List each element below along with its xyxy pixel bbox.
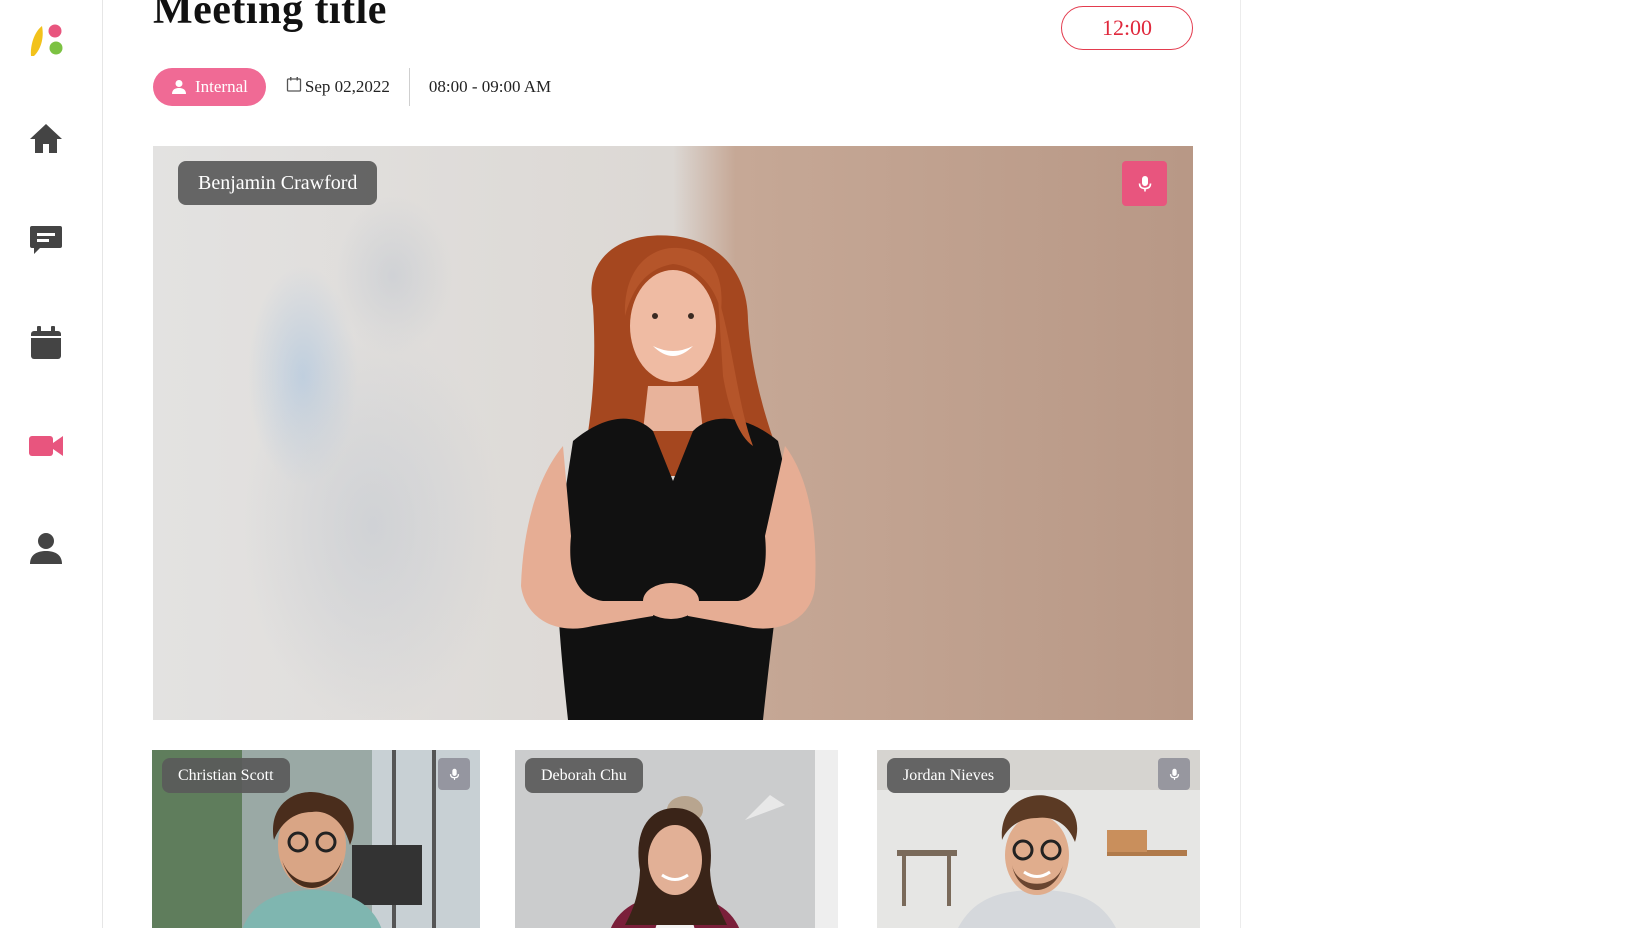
meeting-type-badge[interactable]: Internal	[153, 68, 266, 106]
nav-video[interactable]	[28, 428, 64, 464]
nav-chat[interactable]	[28, 222, 64, 258]
main-video-tile[interactable]: Benjamin Crawford	[153, 146, 1193, 720]
chat-icon	[30, 226, 62, 254]
participant-tile[interactable]: Christian Scott	[152, 750, 480, 928]
participant-name-tag: Christian Scott	[162, 758, 290, 793]
participant-name-tag: Jordan Nieves	[887, 758, 1011, 793]
meeting-timer: 12:00	[1061, 6, 1193, 50]
mic-icon	[1138, 175, 1151, 191]
participant-tile[interactable]: Jordan Nieves	[877, 750, 1200, 928]
calendar-icon	[286, 77, 302, 92]
participant-tile[interactable]: Deborah Chu	[515, 750, 838, 928]
participant-mic-button[interactable]	[438, 758, 470, 790]
app-logo[interactable]	[28, 22, 66, 58]
home-icon	[30, 124, 62, 153]
participant-mic-button[interactable]	[1158, 758, 1190, 790]
nav-home[interactable]	[28, 120, 64, 156]
speaker-video-frame	[153, 146, 1193, 720]
mute-toggle-button[interactable]	[1122, 161, 1167, 206]
calendar-icon	[31, 326, 61, 359]
meta-divider	[408, 68, 410, 106]
page-title: Meeting title	[153, 0, 387, 33]
person-icon	[30, 533, 62, 564]
video-camera-icon	[29, 436, 63, 456]
date-text: Sep 02,2022	[304, 77, 390, 96]
speaker-name-tag: Benjamin Crawford	[178, 161, 378, 205]
mic-icon	[1169, 768, 1179, 780]
time-range: 08:00 - 09:00 AM	[428, 77, 552, 96]
mic-icon	[449, 768, 459, 780]
nav-profile[interactable]	[28, 530, 64, 566]
badge-label: Internal	[195, 77, 248, 96]
meeting-meta: Internal Sep 02,2022 08:00 - 09:00 AM	[153, 68, 551, 106]
participant-name-tag: Deborah Chu	[525, 758, 643, 793]
panel-divider	[1240, 0, 1241, 928]
sidebar	[0, 0, 103, 928]
person-icon	[172, 80, 186, 94]
nav-calendar[interactable]	[28, 325, 64, 361]
meeting-date: Sep 02,2022	[286, 77, 390, 97]
